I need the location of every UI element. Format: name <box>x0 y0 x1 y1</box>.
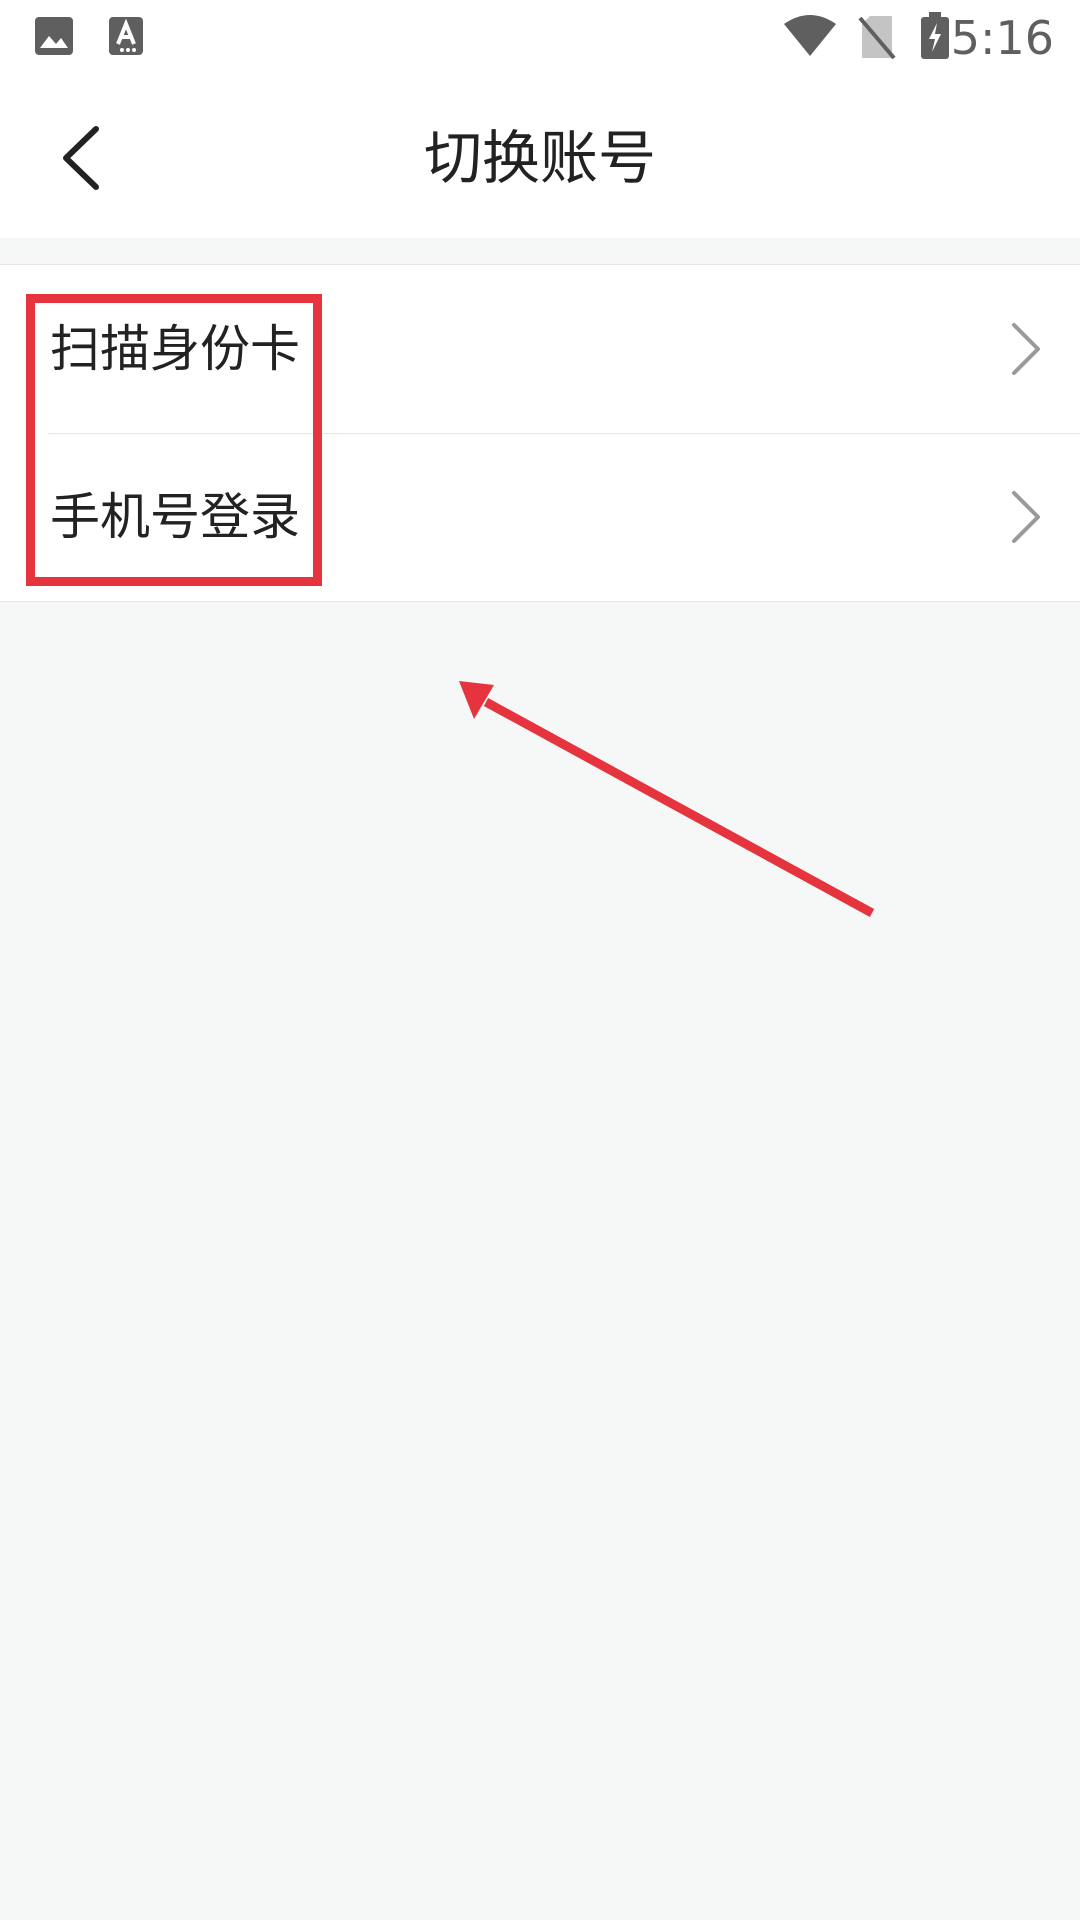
wifi-icon <box>784 15 836 56</box>
status-bar: 5:16 <box>0 0 1080 78</box>
page-title: 切换账号 <box>423 124 656 192</box>
chevron-right-icon <box>1012 491 1040 543</box>
text-a-icon <box>109 17 143 55</box>
status-time: 5:16 <box>950 11 1054 65</box>
list-item-scan-id-card[interactable]: 扫描身份卡 <box>0 265 1080 433</box>
list-item-phone-login[interactable]: 手机号登录 <box>0 433 1080 601</box>
image-icon <box>35 17 73 55</box>
chevron-right-icon <box>1012 323 1040 375</box>
no-sim-icon <box>858 16 896 60</box>
account-options-list: 扫描身份卡 手机号登录 <box>0 264 1080 602</box>
list-item-label: 扫描身份卡 <box>50 320 300 378</box>
battery-charging-icon <box>921 12 949 59</box>
list-item-label: 手机号登录 <box>50 488 300 546</box>
app-header: 切换账号 <box>0 78 1080 238</box>
